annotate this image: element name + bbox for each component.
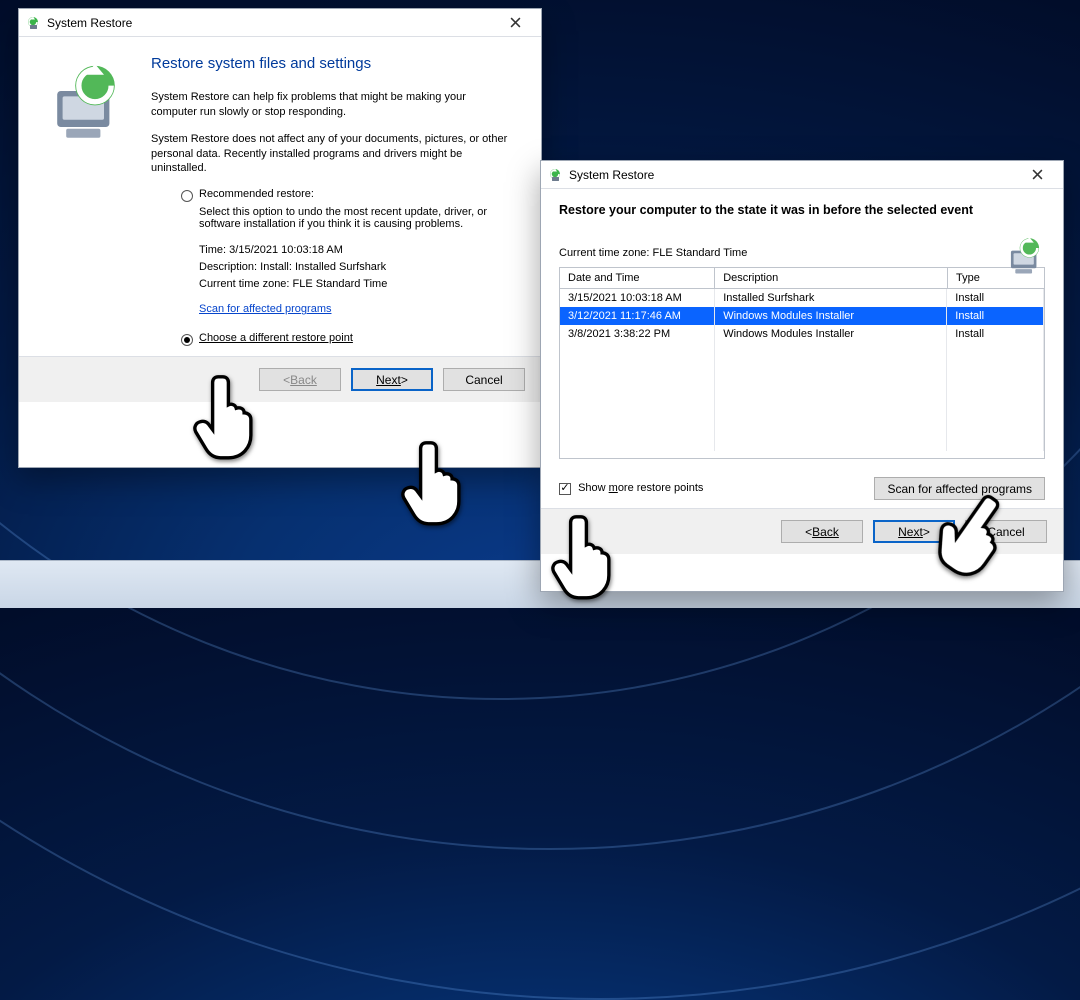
- table-row-empty: [560, 343, 1044, 361]
- table-row[interactable]: 3/15/2021 10:03:18 AMInstalled Surfshark…: [560, 289, 1044, 307]
- col-description[interactable]: Description: [715, 268, 948, 289]
- cancel-button[interactable]: Cancel: [965, 520, 1047, 543]
- close-icon: [510, 17, 521, 28]
- close-icon: [1032, 169, 1043, 180]
- next-button[interactable]: Next >: [351, 368, 433, 391]
- restore-illustration-icon: [41, 55, 131, 145]
- choose-different-label: Choose a different restore point: [199, 332, 353, 344]
- page-title: Restore your computer to the state it wa…: [559, 203, 1045, 217]
- radio-unselected-icon: [181, 190, 193, 202]
- intro-paragraph-1: System Restore can help fix problems tha…: [151, 90, 511, 120]
- table-cell: Install: [947, 325, 1044, 343]
- titlebar[interactable]: System Restore: [541, 161, 1063, 189]
- timezone-line: Current time zone: FLE Standard Time: [559, 247, 1045, 259]
- col-date[interactable]: Date and Time: [560, 268, 715, 289]
- show-more-restore-points-checkbox[interactable]: Show more restore points: [559, 482, 703, 494]
- window-title: System Restore: [47, 16, 132, 30]
- close-button[interactable]: [495, 11, 535, 35]
- cancel-button[interactable]: Cancel: [443, 368, 525, 391]
- choose-different-restore-option[interactable]: Choose a different restore point: [181, 332, 519, 346]
- scan-affected-programs-button[interactable]: Scan for affected programs: [874, 477, 1045, 500]
- table-row-empty: [560, 379, 1044, 397]
- recommended-restore-option[interactable]: Recommended restore:: [181, 188, 519, 202]
- restore-point-select-window: System Restore Restore your computer to …: [540, 160, 1064, 592]
- wizard-button-row: < Back Next > Cancel: [541, 508, 1063, 554]
- next-button[interactable]: Next >: [873, 520, 955, 543]
- scan-affected-programs-link[interactable]: Scan for affected programs: [199, 301, 331, 318]
- checkbox-checked-icon: [559, 483, 571, 495]
- titlebar[interactable]: System Restore: [19, 9, 541, 37]
- intro-paragraph-2: System Restore does not affect any of yo…: [151, 132, 511, 177]
- system-restore-icon: [547, 167, 563, 183]
- table-row-empty: [560, 433, 1044, 451]
- page-title: Restore system files and settings: [151, 55, 519, 72]
- back-button[interactable]: < Back: [781, 520, 863, 543]
- radio-selected-icon: [181, 334, 193, 346]
- recommended-restore-label: Recommended restore:: [199, 188, 314, 200]
- wizard-button-row: < Back Next > Cancel: [19, 356, 541, 402]
- system-restore-wizard-window: System Restore Restore system files and …: [18, 8, 542, 468]
- system-restore-icon: [25, 15, 41, 31]
- table-row-empty: [560, 397, 1044, 415]
- table-cell: Windows Modules Installer: [715, 325, 947, 343]
- table-cell: Installed Surfshark: [715, 289, 947, 307]
- table-cell: Install: [947, 307, 1044, 325]
- table-row-empty: [560, 415, 1044, 433]
- restore-point-details: Time: 3/15/2021 10:03:18 AM Description:…: [199, 242, 519, 318]
- table-row[interactable]: 3/8/2021 3:38:22 PMWindows Modules Insta…: [560, 325, 1044, 343]
- table-row[interactable]: 3/12/2021 11:17:46 AMWindows Modules Ins…: [560, 307, 1044, 325]
- table-cell: 3/12/2021 11:17:46 AM: [560, 307, 715, 325]
- restore-points-table[interactable]: Date and Time Description Type: [559, 267, 1045, 289]
- recommended-restore-description: Select this option to undo the most rece…: [199, 206, 519, 230]
- table-cell: 3/15/2021 10:03:18 AM: [560, 289, 715, 307]
- table-cell: 3/8/2021 3:38:22 PM: [560, 325, 715, 343]
- restore-illustration-icon: [1003, 233, 1047, 277]
- table-row-empty: [560, 361, 1044, 379]
- table-cell: Install: [947, 289, 1044, 307]
- table-cell: Windows Modules Installer: [715, 307, 947, 325]
- window-title: System Restore: [569, 168, 654, 182]
- close-button[interactable]: [1017, 163, 1057, 187]
- back-button[interactable]: < Back: [259, 368, 341, 391]
